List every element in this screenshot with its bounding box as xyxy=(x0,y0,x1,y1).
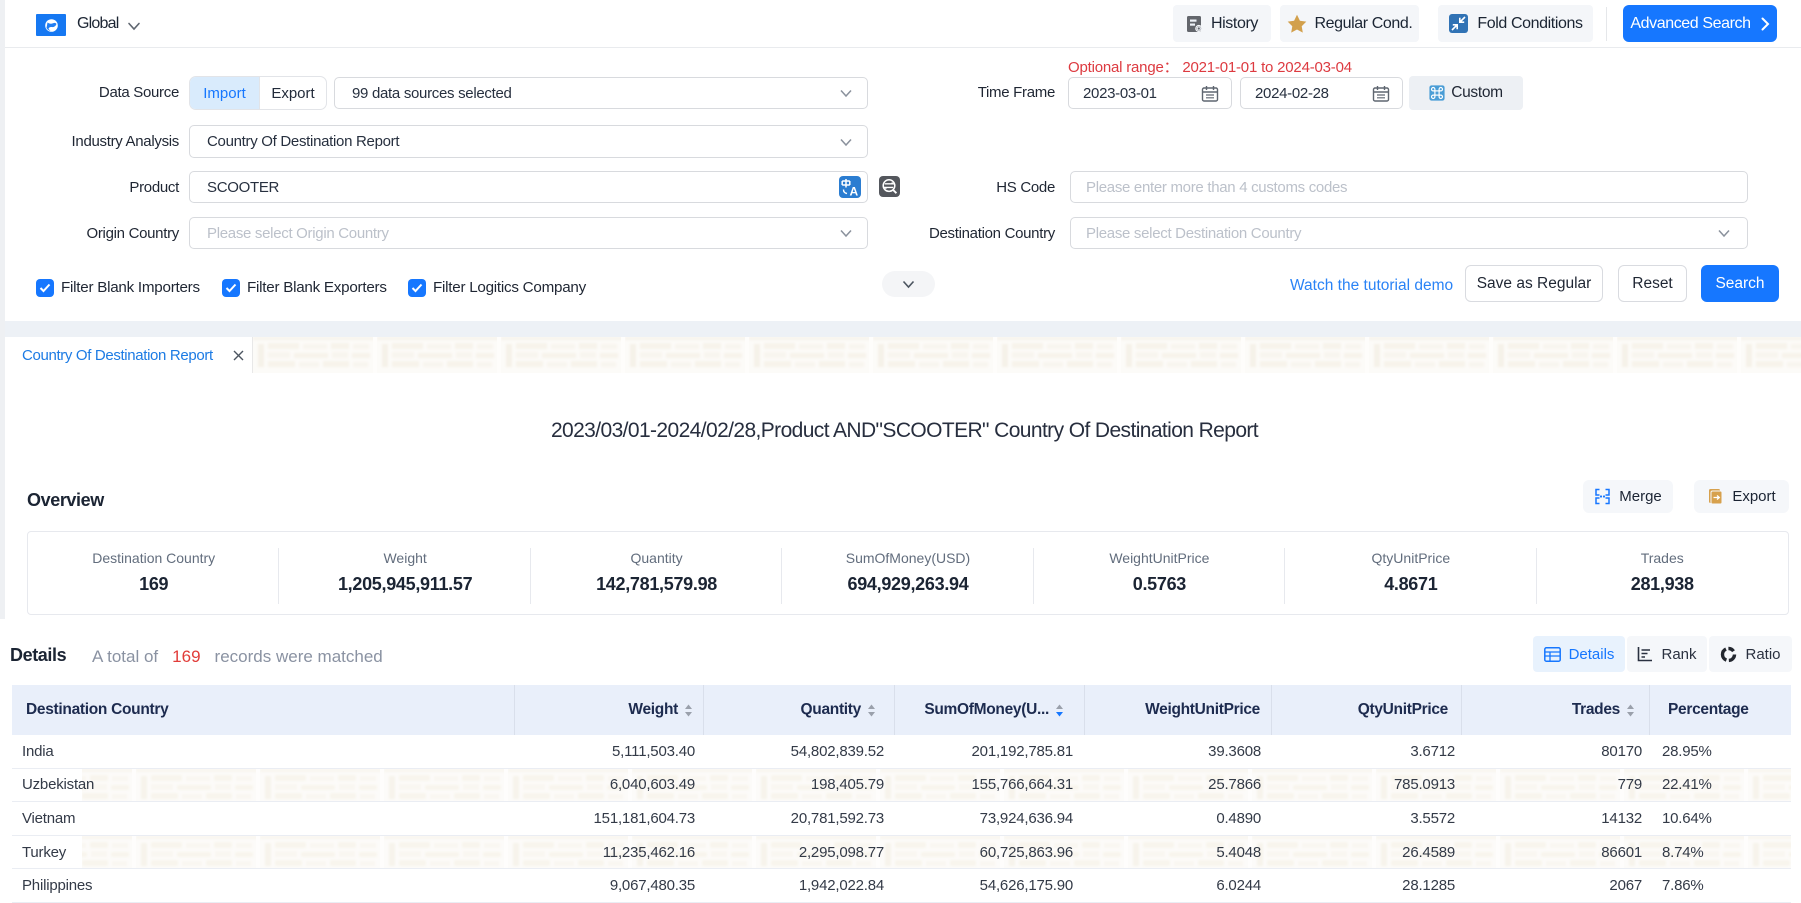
svg-text:A: A xyxy=(850,185,859,199)
